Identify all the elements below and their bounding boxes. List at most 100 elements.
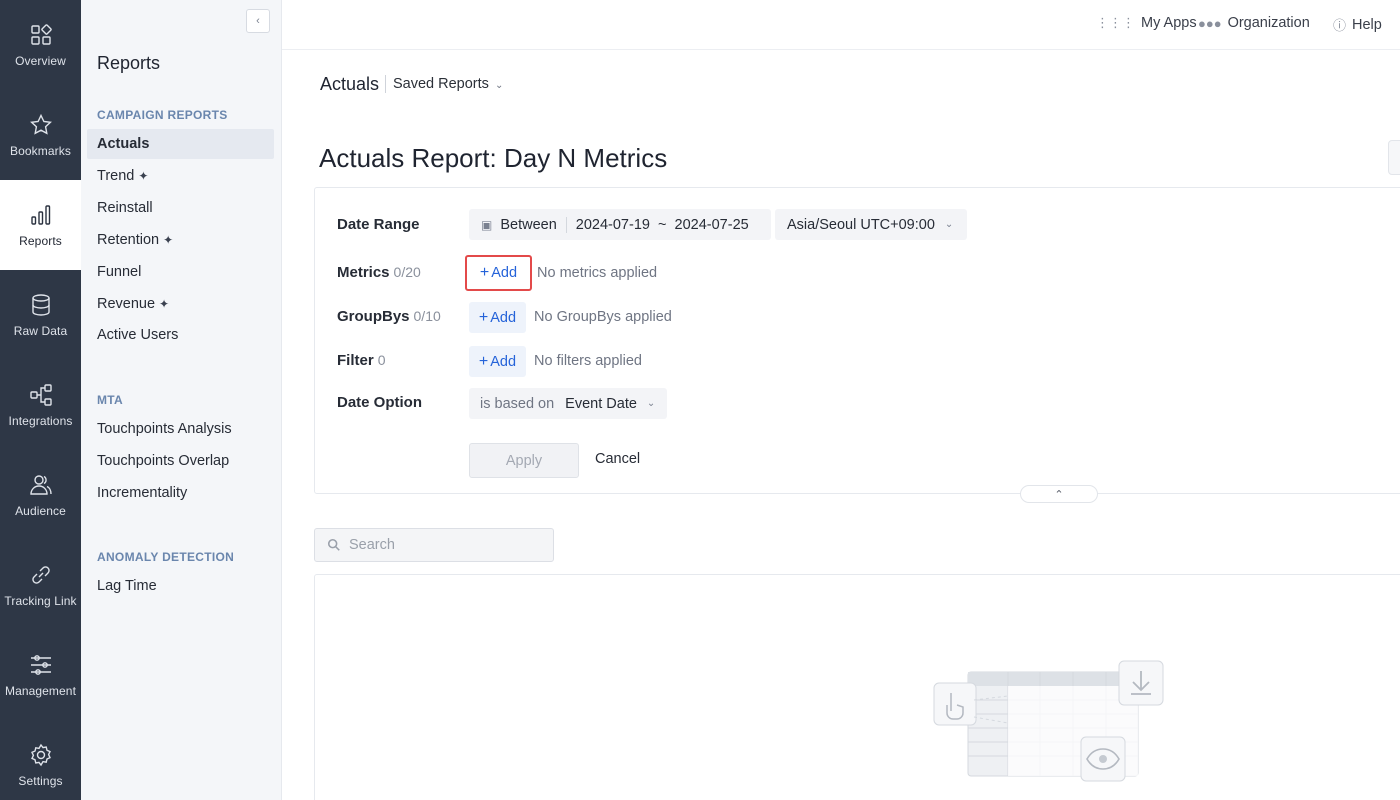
empty-state-illustration — [930, 655, 1170, 790]
breadcrumb-divider — [385, 75, 386, 93]
sidebar-item-lag-time[interactable]: Lag Time — [87, 571, 274, 601]
date-option-label: Date Option — [337, 394, 422, 411]
date-option-value: Event Date — [565, 395, 637, 412]
rail-item-label: Settings — [18, 774, 63, 788]
sidebar-item-touchpoints-analysis[interactable]: Touchpoints Analysis — [87, 414, 274, 444]
sidebar-item-label: Revenue — [97, 296, 156, 312]
add-groupbys-button[interactable]: + Add — [469, 302, 526, 333]
chevron-left-icon: ‹ — [256, 15, 260, 27]
date-range-picker[interactable]: ▣ Between 2024-07-19 ~ 2024-07-25 — [469, 209, 771, 240]
collapse-sidebar-button[interactable]: ‹ — [246, 9, 270, 33]
page-title: Actuals Report: Day N Metrics — [319, 143, 668, 173]
rail-item-settings[interactable]: Settings — [0, 720, 81, 800]
sliders-icon — [28, 652, 54, 678]
gear-icon — [28, 742, 54, 768]
date-option-select[interactable]: is based on Event Date ⌄ — [469, 388, 667, 419]
rail-item-label: Integrations — [8, 414, 73, 428]
timezone-select[interactable]: Asia/Seoul UTC+09:00 ⌄ — [775, 209, 967, 240]
rail-item-management[interactable]: Management — [0, 630, 81, 720]
metrics-empty-text: No metrics applied — [537, 265, 658, 281]
sidebar-item-retention[interactable]: Retention ✦ — [87, 225, 274, 255]
saved-reports-label: Saved Reports — [393, 76, 489, 92]
search-input[interactable] — [349, 537, 539, 553]
rail-item-bookmarks[interactable]: Bookmarks — [0, 90, 81, 180]
chevron-down-icon: ⌄ — [944, 219, 954, 230]
rail-item-label: Tracking Link — [4, 594, 77, 608]
cancel-button[interactable]: Cancel — [595, 451, 640, 467]
sidebar-item-active-users[interactable]: Active Users — [87, 320, 274, 350]
chevron-down-icon: ⌄ — [494, 80, 504, 91]
eye-icon — [1080, 736, 1126, 782]
rail-item-reports[interactable]: Reports — [0, 180, 81, 270]
plus-icon: + — [479, 264, 490, 281]
sidebar-item-label: Touchpoints Overlap — [97, 453, 230, 469]
metrics-label: Metrics 0/20 — [337, 264, 421, 281]
date-option-prefix: is based on — [480, 395, 555, 412]
date-range-divider — [565, 216, 567, 233]
sidebar-item-label: Active Users — [97, 327, 179, 343]
sidebar-item-reinstall[interactable]: Reinstall — [87, 193, 274, 223]
sidebar-item-revenue[interactable]: Revenue ✦ — [87, 289, 274, 319]
add-groupbys-label: Add — [490, 309, 517, 326]
sidebar-item-actuals[interactable]: Actuals — [87, 129, 274, 159]
saved-reports-dropdown[interactable]: Saved Reports ⌄ — [393, 76, 503, 92]
my-apps-link[interactable]: ⋮⋮⋮ My Apps — [1096, 15, 1197, 31]
apply-button[interactable]: Apply — [469, 443, 579, 478]
collapse-panel-button[interactable]: ⌃ — [1020, 485, 1098, 503]
sidebar-item-label: Lag Time — [97, 578, 157, 594]
filter-label: Filter 0 — [337, 352, 386, 369]
breadcrumb-current: Actuals — [320, 74, 380, 94]
help-label: Help — [1352, 16, 1382, 33]
help-circle-icon: ⓘ — [1333, 18, 1347, 33]
rail-item-integrations[interactable]: Integrations — [0, 360, 81, 450]
rail-item-raw-data[interactable]: Raw Data — [0, 270, 81, 360]
sidebar-item-touchpoints-overlap[interactable]: Touchpoints Overlap — [87, 446, 274, 476]
star-icon — [28, 112, 54, 138]
sidebar-item-incrementality[interactable]: Incrementality — [87, 478, 274, 508]
help-link[interactable]: ⓘ Help — [1333, 15, 1382, 34]
sparkle-icon: ✦ — [138, 169, 149, 183]
organization-label: Organization — [1227, 15, 1310, 31]
date-range-mode: Between — [500, 216, 557, 233]
sidebar-item-label: Trend — [97, 168, 135, 184]
sidebar-item-label: Reinstall — [97, 200, 153, 216]
rail-item-audience[interactable]: Audience — [0, 450, 81, 540]
sidebar-item-label: Actuals — [97, 136, 150, 152]
link-icon — [28, 562, 54, 588]
search-box — [314, 528, 554, 562]
filter-empty-text: No filters applied — [534, 353, 642, 369]
groupbys-count: 0/10 — [413, 308, 441, 324]
calendar-icon: ▣ — [481, 217, 493, 232]
rail-item-label: Bookmarks — [10, 144, 71, 158]
network-icon — [28, 382, 54, 408]
report-options-button[interactable] — [1388, 140, 1400, 175]
grid-icon — [28, 22, 54, 48]
add-filter-button[interactable]: + Add — [469, 346, 526, 377]
rail-item-label: Management — [4, 684, 77, 698]
apps-grid-icon: ⋮⋮⋮ — [1096, 15, 1135, 30]
sidebar-section-anomaly-detection: ANOMALY DETECTION — [97, 550, 235, 564]
timezone-value: Asia/Seoul UTC+09:00 — [787, 216, 935, 233]
sidebar-section-campaign-reports: CAMPAIGN REPORTS — [97, 108, 228, 122]
rail-item-overview[interactable]: Overview — [0, 0, 81, 90]
date-range-value: 2024-07-19 ~ 2024-07-25 — [575, 216, 749, 233]
rail-item-label: Reports — [19, 234, 62, 248]
download-icon — [1118, 660, 1164, 706]
organization-link[interactable]: ●●● Organization — [1198, 15, 1310, 31]
organization-icon: ●●● — [1198, 15, 1222, 31]
groupbys-empty-text: No GroupBys applied — [534, 309, 672, 325]
sidebar-item-trend[interactable]: Trend ✦ — [87, 161, 274, 191]
sidebar-item-funnel[interactable]: Funnel — [87, 257, 274, 287]
results-table-area — [314, 574, 1400, 800]
sidebar-item-label: Funnel — [97, 264, 142, 280]
icon-rail: Overview Bookmarks Reports Raw Data Inte… — [0, 0, 81, 800]
chevron-up-icon: ⌃ — [1054, 488, 1064, 501]
sparkle-icon: ✦ — [163, 233, 174, 247]
rail-item-tracking-link[interactable]: Tracking Link — [0, 540, 81, 630]
add-metrics-button[interactable]: + Add — [465, 255, 532, 291]
sidebar-item-label: Touchpoints Analysis — [97, 421, 232, 437]
my-apps-label: My Apps — [1141, 15, 1197, 31]
sidebar-item-label: Retention — [97, 232, 160, 248]
sparkle-icon: ✦ — [159, 297, 170, 311]
sidebar-item-label: Incrementality — [97, 485, 188, 501]
